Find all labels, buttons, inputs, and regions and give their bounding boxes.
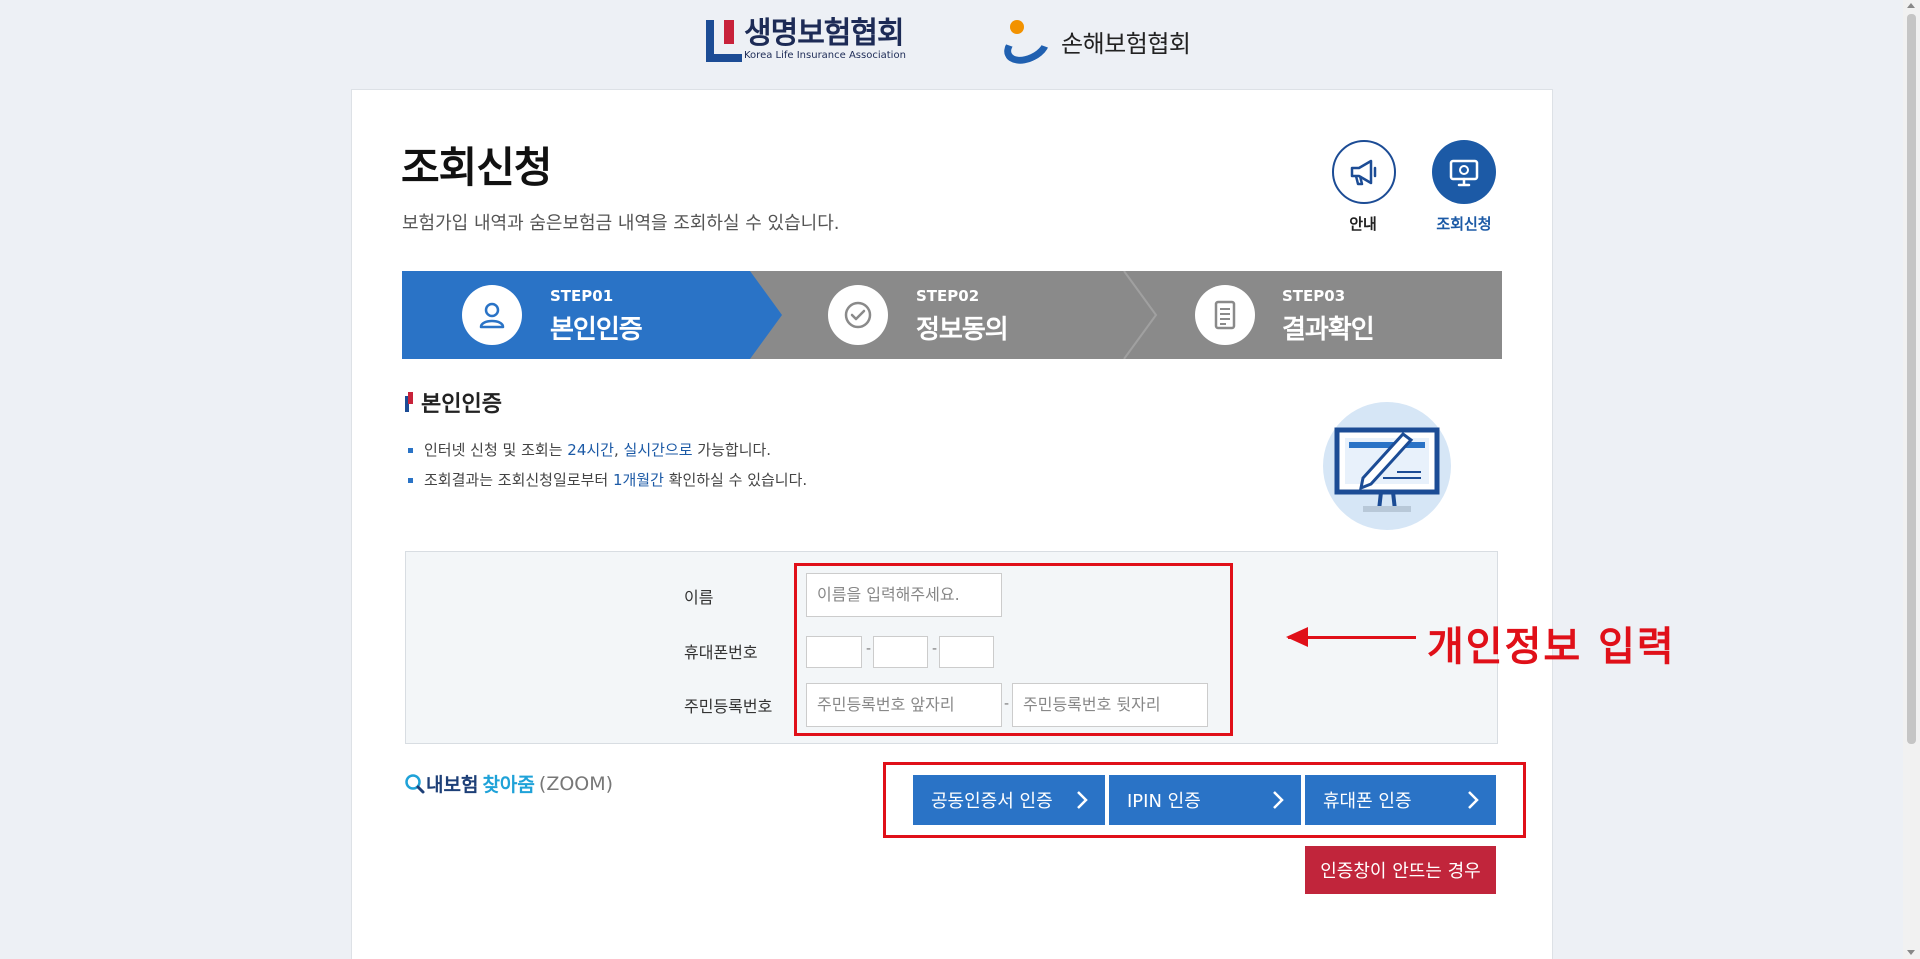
step-divider — [1123, 271, 1158, 359]
person-icon — [462, 285, 522, 345]
zoom-text-1: 내보험 — [426, 774, 479, 796]
bullet-text: 인터넷 신청 및 조회는 — [424, 441, 568, 459]
check-circle-icon — [828, 285, 888, 345]
annotation-text: 개인정보 입력 — [1427, 624, 1676, 670]
page-subtitle: 보험가입 내역과 숨은보험금 내역을 조회하실 수 있습니다. — [402, 213, 840, 234]
magnifier-icon — [405, 773, 425, 793]
gia-logo[interactable]: 손해보험협회 — [998, 18, 1191, 71]
highlight-text: 24시간 — [567, 441, 614, 459]
section-marker-icon — [405, 392, 413, 412]
zoom-text-2: 찾아줌 — [482, 774, 535, 796]
gia-logo-icon — [998, 18, 1056, 71]
step-2-number: STEP02 — [916, 287, 980, 305]
document-icon — [1195, 285, 1255, 345]
page-title: 조회신청 — [401, 143, 553, 192]
phone-label: 휴대폰번호 — [684, 643, 758, 662]
bullet-item: 조회결과는 조회신청일로부터 1개월간 확인하실 수 있습니다. — [408, 470, 807, 500]
computer-illustration — [1323, 402, 1451, 530]
highlight-text: 실시간으로 — [623, 441, 693, 459]
scroll-up-icon[interactable] — [1907, 3, 1915, 8]
auth-buttons-highlight-box — [883, 762, 1526, 838]
monitor-search-icon — [1449, 159, 1479, 187]
zoom-text-3: (ZOOM) — [538, 772, 614, 795]
step-2-name: 정보동의 — [916, 315, 1009, 345]
annotation-arrow-line — [1288, 636, 1416, 639]
monitor-pen-icon — [1334, 427, 1440, 512]
bullet-item: 인터넷 신청 및 조회는 24시간, 실시간으로 가능합니다. — [408, 440, 807, 470]
guide-button[interactable] — [1332, 140, 1396, 204]
scroll-down-icon[interactable] — [1907, 950, 1915, 955]
top-header: 생명보험협회 Korea Life Insurance Association … — [0, 0, 1920, 90]
guide-label[interactable]: 안내 — [1323, 213, 1403, 234]
step-1-name: 본인인증 — [550, 315, 643, 345]
bullet-text: 가능합니다. — [692, 441, 772, 459]
section-title: 본인인증 — [405, 386, 502, 418]
bullet-text: 확인하실 수 있습니다. — [663, 471, 808, 489]
rrn-label: 주민등록번호 — [684, 697, 773, 716]
step-3-name: 결과확인 — [1282, 315, 1375, 345]
section-title-text: 본인인증 — [421, 392, 502, 417]
klia-logo-title: 생명보험협회 — [744, 16, 905, 51]
klia-logo[interactable]: 생명보험협회 Korea Life Insurance Association — [706, 18, 906, 62]
auth-window-not-opening-button[interactable]: 인증창이 안뜨는 경우 — [1305, 846, 1496, 894]
info-bullets: 인터넷 신청 및 조회는 24시간, 실시간으로 가능합니다. 조회결과는 조회… — [408, 440, 807, 500]
klia-logo-subtitle: Korea Life Insurance Association — [744, 50, 906, 61]
megaphone-icon — [1350, 159, 1377, 186]
zoom-service-link[interactable]: 내보험 찾아줌 (ZOOM) — [404, 770, 613, 797]
name-label: 이름 — [684, 588, 714, 607]
inquiry-request-button[interactable] — [1432, 140, 1496, 204]
step-progress-bar: STEP01 본인인증 STEP02 정보동의 STEP03 결과확인 — [402, 271, 1502, 359]
page-scrollbar[interactable] — [1903, 0, 1920, 959]
klia-logo-icon — [706, 18, 742, 62]
gia-logo-title: 손해보험협회 — [1061, 29, 1191, 58]
bullet-text: , — [613, 441, 624, 459]
bullet-text: 조회결과는 조회신청일로부터 — [424, 471, 613, 489]
step-3-number: STEP03 — [1282, 287, 1346, 305]
step-1-number: STEP01 — [550, 287, 614, 305]
scroll-thumb[interactable] — [1907, 14, 1916, 744]
inquiry-request-label[interactable]: 조회신청 — [1424, 213, 1504, 234]
form-highlight-box — [794, 563, 1233, 736]
highlight-text: 1개월간 — [612, 471, 664, 489]
